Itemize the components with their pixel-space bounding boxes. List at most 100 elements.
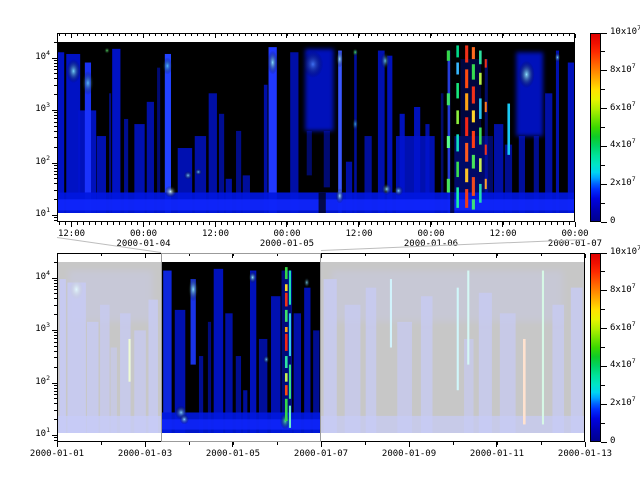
x-minor-tick	[323, 222, 324, 225]
y-minor-tick	[54, 385, 57, 386]
x-minor-tick-top	[161, 34, 162, 36]
y-tick-label: 104	[20, 52, 50, 62]
x-minor-tick-top	[419, 34, 420, 36]
colorbar-major-tick	[601, 404, 607, 405]
x-minor-tick-top	[167, 34, 168, 36]
x-minor-tick	[317, 222, 318, 225]
x-minor-tick-top	[425, 34, 426, 36]
y-minor-tick	[54, 171, 57, 172]
y-minor-tick	[54, 357, 57, 358]
x-minor-tick-top	[257, 34, 258, 36]
x-minor-tick	[585, 442, 586, 445]
x-minor-tick-top	[443, 34, 444, 36]
x-minor-tick-top	[467, 34, 468, 36]
x-minor-tick-top	[365, 254, 366, 256]
x-tick-label: 2000-01-03	[113, 449, 177, 459]
x-minor-tick	[215, 222, 216, 225]
x-minor-tick	[233, 222, 234, 225]
x-minor-tick	[65, 222, 66, 225]
colorbar-minor-tick	[601, 385, 605, 386]
x-minor-tick-top	[473, 34, 474, 36]
x-minor-tick	[533, 222, 534, 225]
x-minor-tick-top	[585, 254, 586, 256]
selection-rectangle[interactable]	[161, 253, 321, 442]
x-date-label: 2000-01-04	[112, 239, 176, 249]
colorbar-minor-tick	[601, 127, 605, 128]
y-minor-tick	[54, 403, 57, 404]
x-minor-tick-top	[353, 34, 354, 36]
colorbar-minor-tick	[601, 423, 605, 424]
x-tick-label: 12:00	[40, 229, 104, 239]
x-minor-tick	[407, 222, 408, 225]
x-minor-tick	[125, 222, 126, 225]
x-minor-tick-top	[389, 34, 390, 36]
x-minor-tick	[113, 222, 114, 225]
colorbar-major-tick	[601, 108, 607, 109]
colorbar-tick-label: 4x107	[610, 140, 636, 150]
x-minor-tick-top	[395, 34, 396, 36]
x-minor-tick-top	[359, 34, 360, 36]
x-minor-tick	[539, 222, 540, 225]
colorbar-minor-tick	[601, 89, 605, 90]
x-minor-tick-top	[239, 34, 240, 36]
x-minor-tick	[221, 222, 222, 225]
y-major-tick	[52, 383, 57, 384]
x-minor-tick	[131, 222, 132, 225]
x-minor-tick	[269, 222, 270, 225]
x-minor-tick	[203, 222, 204, 225]
x-minor-tick	[275, 222, 276, 225]
x-minor-tick	[59, 222, 60, 225]
x-minor-tick-top	[453, 254, 454, 256]
x-minor-tick-top	[551, 34, 552, 36]
x-minor-tick	[377, 222, 378, 225]
x-minor-tick-top	[497, 34, 498, 36]
x-minor-tick	[263, 222, 264, 225]
x-tick-label: 12:00	[471, 229, 535, 239]
x-minor-tick	[515, 222, 516, 225]
x-minor-tick	[353, 222, 354, 225]
x-minor-tick-top	[455, 34, 456, 36]
colorbar-minor-tick	[601, 51, 605, 52]
x-minor-tick	[173, 222, 174, 225]
colorbar-minor-tick	[601, 271, 605, 272]
y-major-tick	[52, 110, 57, 111]
x-minor-tick-top	[71, 34, 72, 36]
colorbar-minor-tick	[601, 203, 605, 204]
colorbar-major-tick	[601, 290, 607, 291]
x-minor-tick	[575, 222, 576, 225]
x-minor-tick-top	[545, 34, 546, 36]
x-minor-tick	[371, 222, 372, 225]
x-tick-label: 12:00	[327, 229, 391, 239]
y-minor-tick	[54, 199, 57, 200]
colorbar-major-tick	[601, 328, 607, 329]
x-minor-tick	[509, 222, 510, 225]
x-minor-tick-top	[203, 34, 204, 36]
x-tick-label: 12:00	[184, 229, 248, 239]
x-tick-label: 2000-01-05	[201, 449, 265, 459]
x-minor-tick-top	[107, 34, 108, 36]
x-minor-tick	[473, 222, 474, 225]
colorbar-tick-label: 10x107	[610, 27, 640, 37]
y-minor-tick	[54, 78, 57, 79]
x-minor-tick-top	[323, 34, 324, 36]
colorbar-tick-label: 8x107	[610, 65, 636, 75]
x-minor-tick	[527, 222, 528, 225]
y-minor-tick	[54, 42, 57, 43]
x-minor-tick	[197, 222, 198, 225]
x-minor-tick-top	[287, 34, 288, 36]
x-minor-tick-top	[497, 254, 498, 256]
x-minor-tick	[83, 222, 84, 225]
x-tick-label: 2000-01-07	[289, 449, 353, 459]
bottom-colorbar	[590, 253, 601, 442]
y-minor-tick	[54, 305, 57, 306]
x-minor-tick-top	[155, 34, 156, 36]
x-minor-tick-top	[479, 34, 480, 36]
y-minor-tick	[54, 115, 57, 116]
y-major-tick	[52, 163, 57, 164]
bottom-plot-frame	[57, 253, 585, 442]
x-minor-tick	[89, 222, 90, 225]
x-minor-tick-top	[95, 34, 96, 36]
y-minor-tick	[54, 394, 57, 395]
x-minor-tick-top	[233, 34, 234, 36]
x-minor-tick	[467, 222, 468, 225]
